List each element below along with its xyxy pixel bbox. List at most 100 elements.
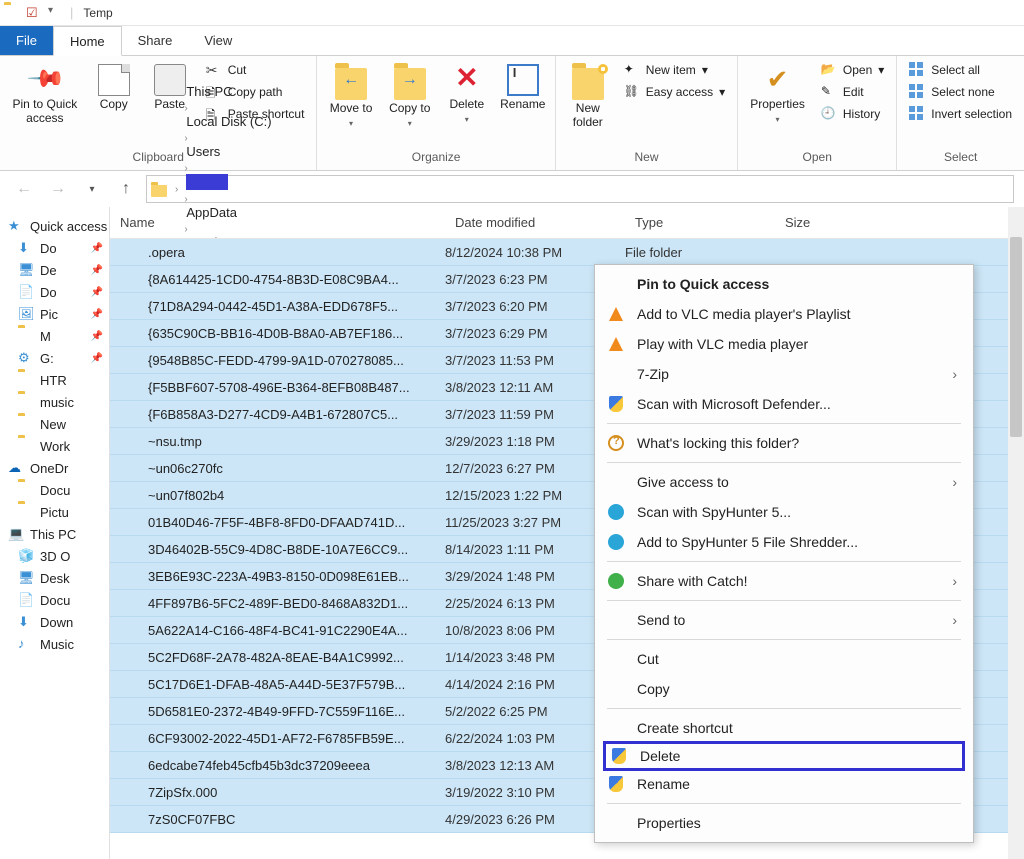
ctx-share-catch[interactable]: Share with Catch!›	[597, 566, 971, 596]
ctx-vlc-play[interactable]: Play with VLC media player	[597, 329, 971, 359]
copyto-icon	[394, 68, 426, 100]
sidebar-item[interactable]: 📄Docu	[0, 589, 109, 611]
breadcrumb-item[interactable]: Users	[182, 144, 275, 159]
ctx-7zip[interactable]: 7-Zip›	[597, 359, 971, 389]
easy-access-button[interactable]: ⛓Easy access ▾	[618, 82, 731, 102]
column-date[interactable]: Date modified	[445, 207, 625, 238]
sidebar-item[interactable]: 💻This PC	[0, 523, 109, 545]
sidebar-item[interactable]: Pictu	[0, 501, 109, 523]
select-none-button[interactable]: Select none	[903, 82, 1018, 102]
sidebar-item[interactable]: Docu	[0, 479, 109, 501]
breadcrumb-sep-icon[interactable]: ›	[182, 163, 189, 174]
new-folder-button[interactable]: New folder	[562, 60, 614, 134]
rename-button[interactable]: Rename	[497, 60, 549, 116]
sidebar-item[interactable]: Work	[0, 435, 109, 457]
qat-dropdown-icon[interactable]: ▾	[48, 5, 64, 21]
copy-to-button[interactable]: Copy to ▾	[383, 60, 437, 134]
nav-up-button[interactable]: ↑	[112, 175, 140, 203]
ctx-delete[interactable]: Delete	[603, 741, 965, 771]
ctx-cut[interactable]: Cut	[597, 644, 971, 674]
vlc-cone-icon	[607, 305, 625, 323]
down-icon: ⬇	[18, 614, 34, 630]
nav-recent-dropdown[interactable]: ▾	[78, 175, 106, 203]
ctx-vlc-add-playlist[interactable]: Add to VLC media player's Playlist	[597, 299, 971, 329]
tab-file[interactable]: File	[0, 26, 53, 55]
sidebar-item[interactable]: 🖥Desk	[0, 567, 109, 589]
breadcrumb-sep-icon[interactable]: ›	[182, 133, 189, 144]
scrollbar[interactable]	[1008, 207, 1024, 859]
ctx-defender[interactable]: Scan with Microsoft Defender...	[597, 389, 971, 419]
sidebar-item[interactable]: HTR	[0, 369, 109, 391]
breadcrumb-item[interactable]	[182, 174, 275, 190]
column-name[interactable]: Name	[110, 207, 445, 238]
ctx-rename[interactable]: Rename	[597, 769, 971, 799]
sidebar-item[interactable]: New	[0, 413, 109, 435]
history-button[interactable]: 🕘History	[815, 104, 890, 124]
ribbon-tabs: File Home Share View	[0, 26, 1024, 56]
ctx-send-to[interactable]: Send to›	[597, 605, 971, 635]
invert-selection-button[interactable]: Invert selection	[903, 104, 1018, 124]
shield-icon	[610, 747, 628, 765]
ctx-create-shortcut[interactable]: Create shortcut	[597, 713, 971, 743]
sidebar-label: Desk	[40, 571, 70, 586]
easyaccess-icon: ⛓	[624, 84, 640, 100]
ctx-spyhunter-shredder[interactable]: Add to SpyHunter 5 File Shredder...	[597, 527, 971, 557]
breadcrumb-item[interactable]: This PC	[182, 84, 275, 99]
scrollbar-thumb[interactable]	[1010, 237, 1022, 437]
new-item-button[interactable]: ✦New item ▾	[618, 60, 731, 80]
cut-button[interactable]: ✂Cut	[200, 60, 311, 80]
sidebar-item[interactable]: ⬇Do📌	[0, 237, 109, 259]
sidebar-item[interactable]: 🧊3D O	[0, 545, 109, 567]
sidebar-item[interactable]: 📄Do📌	[0, 281, 109, 303]
move-to-button[interactable]: Move to ▾	[323, 60, 378, 134]
save-icon[interactable]: ☑	[26, 5, 42, 21]
nav-forward-button[interactable]: →	[44, 175, 72, 203]
tab-view[interactable]: View	[188, 26, 248, 55]
sidebar-item[interactable]: 🖼Pic📌	[0, 303, 109, 325]
edit-button[interactable]: ✎Edit	[815, 82, 890, 102]
spyhunter-icon	[607, 503, 625, 521]
file-name: 6CF93002-2022-45D1-AF72-F6785FB59E...	[148, 731, 405, 746]
ctx-locking[interactable]: What's locking this folder?	[597, 428, 971, 458]
folder-icon	[124, 325, 140, 341]
sidebar: ★Quick access⬇Do📌🖥De📌📄Do📌🖼Pic📌M📌⚙G:📌HTR m…	[0, 207, 110, 859]
ctx-pin-quick-access[interactable]: Pin to Quick access	[597, 269, 971, 299]
copy-button[interactable]: Copy	[88, 60, 140, 116]
sidebar-item[interactable]: M📌	[0, 325, 109, 347]
address-bar[interactable]: › This PC›Local Disk (C:)›Users››AppData…	[146, 175, 1014, 203]
tab-home[interactable]: Home	[53, 26, 122, 56]
breadcrumb-sep-icon[interactable]: ›	[182, 194, 189, 205]
sidebar-item[interactable]: ★Quick access	[0, 215, 109, 237]
address-sep-icon[interactable]: ›	[173, 184, 180, 195]
ctx-give-access[interactable]: Give access to›	[597, 467, 971, 497]
history-icon: 🕘	[821, 106, 837, 122]
ctx-copy[interactable]: Copy	[597, 674, 971, 704]
sidebar-item[interactable]: ☁OneDr	[0, 457, 109, 479]
properties-button[interactable]: ✔ Properties ▾	[744, 60, 811, 130]
folder-icon	[124, 568, 140, 584]
cloud-icon: ☁	[8, 460, 24, 476]
sidebar-item[interactable]: 🖥De📌	[0, 259, 109, 281]
breadcrumb-sep-icon[interactable]: ›	[182, 103, 189, 114]
ctx-properties[interactable]: Properties	[597, 808, 971, 838]
column-size[interactable]: Size	[775, 207, 865, 238]
sidebar-item[interactable]: ⬇Down	[0, 611, 109, 633]
sidebar-item[interactable]: ⚙G:📌	[0, 347, 109, 369]
sidebar-label: Do	[40, 285, 57, 300]
breadcrumb-item[interactable]: Local Disk (C:)	[182, 114, 275, 129]
spyhunter-icon	[607, 533, 625, 551]
nav-back-button[interactable]: ←	[10, 175, 38, 203]
sidebar-item[interactable]: ♪Music	[0, 633, 109, 655]
column-type[interactable]: Type	[625, 207, 775, 238]
sidebar-label: music	[40, 395, 74, 410]
sidebar-item[interactable]: music	[0, 391, 109, 413]
open-button[interactable]: 📂Open ▾	[815, 60, 890, 80]
folder-icon	[124, 811, 140, 827]
ctx-spyhunter-scan[interactable]: Scan with SpyHunter 5...	[597, 497, 971, 527]
pin-quick-access-button[interactable]: 📌 Pin to Quick access	[6, 60, 84, 130]
tab-share[interactable]: Share	[122, 26, 189, 55]
copy-icon	[98, 64, 130, 96]
select-all-button[interactable]: Select all	[903, 60, 1018, 80]
file-row[interactable]: .opera8/12/2024 10:38 PMFile folder	[110, 239, 1024, 266]
delete-button[interactable]: ✕ Delete ▾	[441, 60, 493, 130]
